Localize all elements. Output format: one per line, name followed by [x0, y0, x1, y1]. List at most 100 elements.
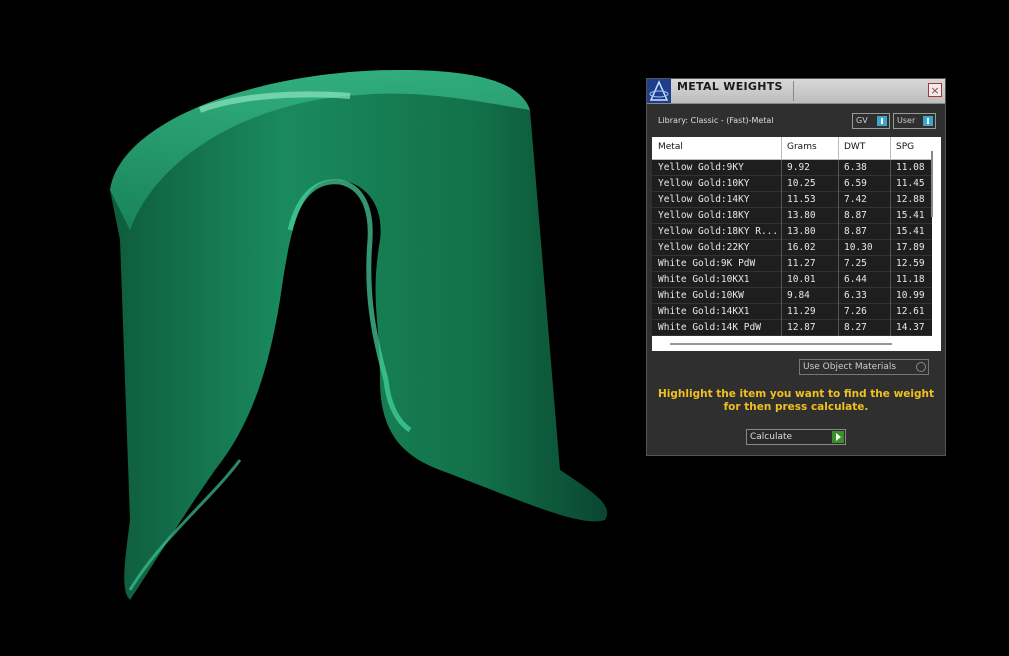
header-divider: [890, 137, 891, 159]
header-spg[interactable]: SPG: [896, 142, 914, 152]
panel-titlebar[interactable]: METAL WEIGHTS ×: [647, 79, 945, 104]
column-divider: [781, 304, 782, 320]
column-divider: [781, 224, 782, 240]
cell-metal: Yellow Gold:22KY: [658, 242, 750, 253]
column-divider: [781, 208, 782, 224]
cell-spg: 12.88: [896, 194, 925, 205]
column-divider: [838, 192, 839, 208]
table-row[interactable]: White Gold:10KW 9.84 6.33 10.99: [652, 288, 932, 304]
metal-table: Metal Grams DWT SPG Yellow Gold:9KY 9.92…: [652, 137, 941, 351]
column-divider: [890, 272, 891, 288]
cell-spg: 14.37: [896, 322, 925, 333]
radio-circle-icon: [916, 362, 926, 372]
calculate-button[interactable]: Calculate: [746, 429, 846, 445]
cell-spg: 11.08: [896, 162, 925, 173]
instruction-text: Highlight the item you want to find the …: [658, 388, 934, 413]
column-divider: [890, 208, 891, 224]
cell-dwt: 8.27: [844, 322, 867, 333]
library-label: Library: Classic - (Fast)-Metal: [658, 116, 774, 125]
cell-dwt: 7.25: [844, 258, 867, 269]
table-body: Yellow Gold:9KY 9.92 6.38 11.08 Yellow G…: [652, 160, 932, 336]
column-divider: [890, 224, 891, 240]
column-divider: [838, 208, 839, 224]
header-grams[interactable]: Grams: [787, 142, 817, 152]
column-divider: [838, 320, 839, 336]
cell-spg: 11.45: [896, 178, 925, 189]
table-row[interactable]: White Gold:10KX1 10.01 6.44 11.18: [652, 272, 932, 288]
cell-spg: 17.89: [896, 242, 925, 253]
toggle-knob-icon: [923, 116, 933, 126]
calculate-label: Calculate: [750, 432, 793, 442]
close-button[interactable]: ×: [928, 83, 942, 97]
table-header: Metal Grams DWT SPG: [652, 137, 932, 160]
table-row[interactable]: Yellow Gold:10KY 10.25 6.59 11.45: [652, 176, 932, 192]
column-divider: [838, 240, 839, 256]
column-divider: [890, 192, 891, 208]
column-divider: [838, 176, 839, 192]
table-row[interactable]: Yellow Gold:9KY 9.92 6.38 11.08: [652, 160, 932, 176]
column-divider: [890, 176, 891, 192]
cell-grams: 13.80: [787, 210, 816, 221]
panel-title: METAL WEIGHTS: [677, 80, 783, 93]
cell-dwt: 6.38: [844, 162, 867, 173]
column-divider: [838, 304, 839, 320]
cell-dwt: 8.87: [844, 226, 867, 237]
table-row[interactable]: White Gold:14K PdW 12.87 8.27 14.37: [652, 320, 932, 336]
cell-grams: 16.02: [787, 242, 816, 253]
column-divider: [890, 240, 891, 256]
use-object-materials-label: Use Object Materials: [803, 362, 897, 372]
gv-toggle[interactable]: GV: [852, 113, 890, 129]
cell-spg: 11.18: [896, 274, 925, 285]
column-divider: [838, 256, 839, 272]
table-row[interactable]: Yellow Gold:14KY 11.53 7.42 12.88: [652, 192, 932, 208]
title-divider: [793, 81, 794, 101]
cell-grams: 13.80: [787, 226, 816, 237]
cell-grams: 9.92: [787, 162, 810, 173]
use-object-materials-toggle[interactable]: Use Object Materials: [799, 359, 929, 375]
cell-grams: 11.53: [787, 194, 816, 205]
gv-toggle-label: GV: [856, 116, 868, 125]
cell-dwt: 6.59: [844, 178, 867, 189]
cell-metal: Yellow Gold:14KY: [658, 194, 750, 205]
column-divider: [781, 288, 782, 304]
toggle-knob-icon: [877, 116, 887, 126]
column-divider: [781, 160, 782, 176]
cell-spg: 15.41: [896, 210, 925, 221]
cell-grams: 11.27: [787, 258, 816, 269]
cell-dwt: 7.26: [844, 306, 867, 317]
app-logo-icon: [647, 79, 671, 103]
column-divider: [890, 160, 891, 176]
vertical-scrollbar[interactable]: [931, 151, 933, 217]
cell-grams: 9.84: [787, 290, 810, 301]
user-toggle[interactable]: User: [893, 113, 936, 129]
cell-metal: White Gold:10KW: [658, 290, 744, 301]
table-row[interactable]: White Gold:9K PdW 11.27 7.25 12.59: [652, 256, 932, 272]
cell-dwt: 6.33: [844, 290, 867, 301]
header-dwt[interactable]: DWT: [844, 142, 865, 152]
column-divider: [781, 320, 782, 336]
cell-dwt: 8.87: [844, 210, 867, 221]
table-row[interactable]: Yellow Gold:18KY 13.80 8.87 15.41: [652, 208, 932, 224]
column-divider: [781, 272, 782, 288]
cell-metal: Yellow Gold:10KY: [658, 178, 750, 189]
user-toggle-label: User: [897, 116, 916, 125]
column-divider: [838, 288, 839, 304]
column-divider: [890, 256, 891, 272]
cell-metal: White Gold:10KX1: [658, 274, 750, 285]
table-row[interactable]: Yellow Gold:18KY R... 13.80 8.87 15.41: [652, 224, 932, 240]
column-divider: [781, 176, 782, 192]
column-divider: [890, 288, 891, 304]
table-row[interactable]: Yellow Gold:22KY 16.02 10.30 17.89: [652, 240, 932, 256]
metal-weights-panel: METAL WEIGHTS × Library: Classic - (Fast…: [646, 78, 946, 456]
table-row[interactable]: White Gold:14KX1 11.29 7.26 12.61: [652, 304, 932, 320]
cell-grams: 11.29: [787, 306, 816, 317]
horizontal-scrollbar[interactable]: [670, 343, 892, 345]
column-divider: [838, 272, 839, 288]
header-metal[interactable]: Metal: [658, 142, 683, 152]
cell-metal: Yellow Gold:18KY R...: [658, 226, 779, 237]
cell-dwt: 7.42: [844, 194, 867, 205]
cell-grams: 12.87: [787, 322, 816, 333]
cell-spg: 15.41: [896, 226, 925, 237]
cell-metal: White Gold:14K PdW: [658, 322, 761, 333]
cell-grams: 10.25: [787, 178, 816, 189]
